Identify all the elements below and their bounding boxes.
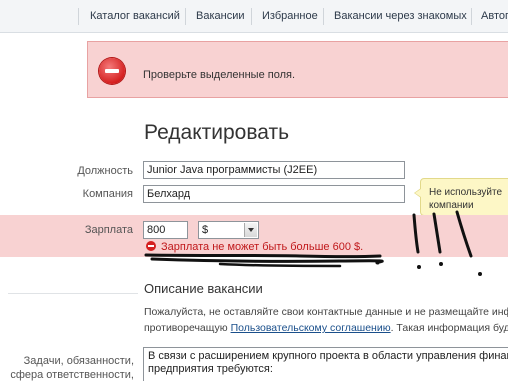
company-input[interactable]: Белхард	[143, 185, 405, 203]
company-label: Компания	[82, 188, 133, 200]
tooltip-line-2: компании	[429, 200, 474, 211]
user-agreement-link[interactable]: Пользовательскому соглашению	[231, 322, 391, 334]
nav-item-catalog[interactable]: Каталог вакансий	[90, 10, 180, 22]
nav-item-favorites[interactable]: Избранное	[262, 10, 318, 22]
position-label: Должность	[77, 165, 133, 177]
underline-stroke-2	[150, 257, 384, 265]
nav-separator	[78, 8, 79, 25]
page-title: Редактировать	[144, 121, 290, 144]
error-dot-icon	[146, 241, 156, 251]
tasks-textarea[interactable]: В связи с расширением крупного проекта в…	[143, 347, 508, 381]
salary-error: Зарплата не может быть больше 600 $.	[146, 240, 363, 253]
position-input[interactable]: Junior Java программисты (J2EE)	[143, 161, 405, 179]
exclamation-dot-1	[417, 265, 421, 269]
section-divider	[8, 293, 138, 294]
chevron-down-icon[interactable]	[244, 223, 257, 237]
nav-separator	[251, 8, 252, 25]
nav-separator	[471, 8, 472, 25]
nav-item-via-friends[interactable]: Вакансии через знакомых	[334, 10, 467, 22]
exclamation-dot-2	[439, 262, 443, 266]
error-stop-icon	[99, 58, 125, 84]
tasks-label-line-2: сфера ответственности,	[10, 369, 134, 381]
tooltip-line-1: Не используйте	[429, 187, 503, 198]
company-hint-tooltip: Не используйте компании	[414, 178, 508, 216]
description-hint-line-2: противоречащую Пользовательскому соглаше…	[144, 322, 508, 334]
currency-select[interactable]: $	[198, 221, 259, 239]
description-hint-post: . Такая информация буд	[390, 322, 508, 334]
description-section-title: Описание вакансии	[144, 281, 263, 296]
salary-error-text: Зарплата не может быть больше 600 $.	[161, 241, 364, 253]
currency-value: $	[202, 224, 209, 236]
textarea-line-1: В связи с расширением крупного проекта в…	[148, 350, 508, 362]
salary-input[interactable]: 800	[143, 221, 188, 239]
nav-item-vacancies[interactable]: Вакансии	[196, 10, 245, 22]
tasks-label-line-1: Задачи, обязанности,	[23, 355, 134, 367]
exclamation-dot-3	[478, 272, 482, 276]
description-hint-line-1: Пожалуйста, не оставляйте свои контактны…	[144, 306, 508, 318]
nav-item-auto[interactable]: Автог	[481, 10, 508, 22]
top-navigation: Каталог вакансий Вакансии Избранное Вака…	[0, 0, 508, 33]
textarea-line-2: предприятия требуются:	[148, 363, 273, 375]
description-hint-pre: противоречащую	[144, 322, 231, 334]
nav-separator	[323, 8, 324, 25]
error-banner: Проверьте выделенные поля.	[87, 41, 508, 98]
error-message: Проверьте выделенные поля.	[143, 69, 296, 81]
nav-separator	[185, 8, 186, 25]
salary-label: Зарплата	[84, 224, 133, 236]
underline-stroke-3	[218, 262, 342, 268]
